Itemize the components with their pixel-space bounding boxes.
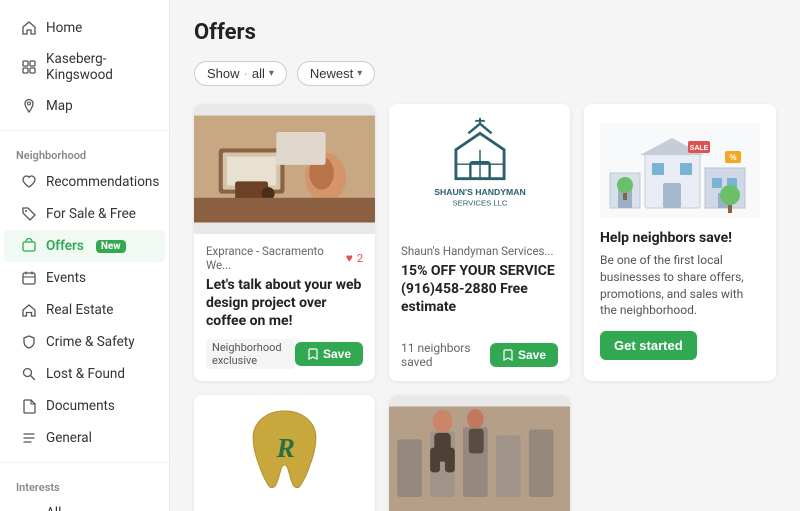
svg-text:SHAUN'S HANDYMAN: SHAUN'S HANDYMAN (434, 187, 526, 197)
pin-icon (20, 97, 38, 115)
filters-bar: Show · all ▾ Newest ▾ (194, 61, 776, 86)
sidebar-item-offers[interactable]: Offers New (4, 230, 165, 262)
show-filter-value: all (252, 66, 265, 81)
svg-text:%: % (729, 153, 736, 162)
offer-card-exprance-footer: Neighborhood exclusive Save (206, 339, 363, 369)
show-filter-button[interactable]: Show · all ▾ (194, 61, 287, 86)
svg-text:SERVICES LLC: SERVICES LLC (452, 199, 507, 208)
sidebar-item-kaseberg-label: Kaseberg-Kingswood (46, 51, 149, 83)
home-icon (20, 19, 38, 37)
save-exprance-button[interactable]: Save (295, 342, 363, 366)
sidebar-item-general-label: General (46, 430, 92, 446)
svg-text:SALE: SALE (690, 145, 709, 152)
sidebar-item-events-label: Events (46, 270, 86, 286)
shield-icon (20, 333, 38, 351)
offer-card-exprance-source: Exprance - Sacramento We... ♥ 2 (206, 244, 363, 272)
heart-icon: ♥ (346, 251, 353, 265)
grid-icon (20, 58, 38, 76)
promo-card: SALE % Help neighbors save! Be one of th… (584, 104, 776, 381)
heart-outline-icon (20, 173, 38, 191)
neighborhood-section-label: Neighborhood (0, 139, 169, 166)
interests-section-label: Interests (0, 471, 169, 498)
sidebar-item-all-interests[interactable]: All Interests New (4, 498, 165, 511)
offers-cards-grid: Exprance - Sacramento We... ♥ 2 Let's ta… (194, 104, 776, 511)
sidebar-item-for-sale[interactable]: For Sale & Free (4, 198, 165, 230)
offer-card-dental: R Rana Dental ♥ 1 New Patient Specials s… (194, 395, 375, 511)
sidebar-item-crime-safety[interactable]: Crime & Safety (4, 326, 165, 358)
promo-body: Be one of the first local businesses to … (600, 252, 760, 319)
offer-card-curves: Curves ♥ 2 Get Strong For LIfe 9 neighbo… (389, 395, 570, 511)
offer-icon (20, 237, 38, 255)
sidebar-item-recommendations[interactable]: Recommendations (4, 166, 165, 198)
offer-card-handyman-source: Shaun's Handyman Services... (401, 244, 558, 258)
offer-card-exprance-body: Exprance - Sacramento We... ♥ 2 Let's ta… (194, 234, 375, 381)
offer-card-exprance: Exprance - Sacramento We... ♥ 2 Let's ta… (194, 104, 375, 381)
sidebar-item-map-label: Map (46, 98, 73, 114)
house-icon (20, 301, 38, 319)
show-filter-chevron-icon: ▾ (269, 68, 274, 79)
offers-new-badge: New (96, 240, 126, 253)
main-content: Offers Show · all ▾ Newest ▾ (170, 0, 800, 511)
offer-card-dental-image: R (194, 395, 375, 511)
sort-filter-value: Newest (310, 66, 353, 81)
save-handyman-button[interactable]: Save (490, 343, 558, 367)
sidebar-item-kaseberg[interactable]: Kaseberg-Kingswood (4, 44, 165, 90)
sidebar-item-home[interactable]: Home (4, 12, 165, 44)
sidebar-item-events[interactable]: Events (4, 262, 165, 294)
search-icon (20, 365, 38, 383)
sidebar-item-lost-found-label: Lost & Found (46, 366, 125, 382)
sidebar-item-home-label: Home (46, 20, 82, 36)
sort-filter-button[interactable]: Newest ▾ (297, 61, 375, 86)
sort-filter-chevron-icon: ▾ (357, 68, 362, 79)
sidebar-item-all-interests-label: All Interests (46, 505, 107, 511)
sidebar-item-for-sale-label: For Sale & Free (46, 206, 136, 222)
sidebar-item-general[interactable]: General (4, 422, 165, 454)
sidebar-item-documents-label: Documents (46, 398, 115, 414)
show-filter-label: Show (207, 66, 240, 81)
sidebar-item-map[interactable]: Map (4, 90, 165, 122)
promo-headline: Help neighbors save! (600, 230, 732, 246)
offer-card-handyman-footer: 11 neighbors saved Save (401, 341, 558, 369)
handyman-neighbors-saved: 11 neighbors saved (401, 341, 490, 369)
offer-card-handyman: SHAUN'S HANDYMAN SERVICES LLC Shaun's Ha… (389, 104, 570, 381)
offer-card-handyman-body: Shaun's Handyman Services... 15% OFF YOU… (389, 234, 570, 381)
calendar-icon (20, 269, 38, 287)
sidebar: Home Kaseberg-Kingswood Map Neighborhood… (0, 0, 170, 511)
svg-text:R: R (276, 433, 295, 463)
promo-illustration: SALE % (600, 120, 760, 220)
neighborhood-exclusive-tag: Neighborhood exclusive (206, 339, 295, 369)
doc-icon (20, 397, 38, 415)
sidebar-item-lost-found[interactable]: Lost & Found (4, 358, 165, 390)
sidebar-item-crime-safety-label: Crime & Safety (46, 334, 135, 350)
offer-card-curves-image (389, 395, 570, 511)
sidebar-item-recommendations-label: Recommendations (46, 174, 159, 190)
get-started-button[interactable]: Get started (600, 331, 697, 360)
list-icon (20, 429, 38, 447)
page-title: Offers (194, 20, 776, 45)
offer-card-exprance-title: Let's talk about your web design project… (206, 276, 363, 331)
sidebar-item-documents[interactable]: Documents (4, 390, 165, 422)
sidebar-item-real-estate[interactable]: Real Estate (4, 294, 165, 326)
offer-card-handyman-image: SHAUN'S HANDYMAN SERVICES LLC (389, 104, 570, 234)
offer-card-exprance-image (194, 104, 375, 234)
show-filter-dot: · (244, 66, 248, 81)
sidebar-item-real-estate-label: Real Estate (46, 302, 113, 318)
offer-card-handyman-title: 15% OFF YOUR SERVICE (916)458-2880 Free … (401, 262, 558, 333)
sidebar-item-offers-label: Offers (46, 238, 84, 254)
tag-icon (20, 205, 38, 223)
